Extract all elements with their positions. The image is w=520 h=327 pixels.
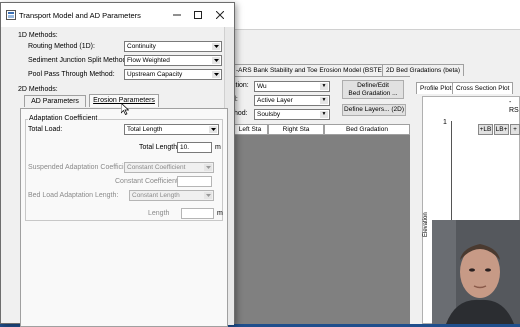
tab-cross-section-plot[interactable]: Cross Section Plot [452,82,514,94]
tab-2d-bed-gradations[interactable]: 2D Bed Gradations (beta) [382,64,465,76]
chevron-down-icon [212,43,220,50]
grid-header-right-sta: Right Sta [268,124,324,135]
routing-method-select[interactable]: Continuity [124,41,222,52]
plot-tick-label: 1 [443,119,447,126]
sediment-split-label: Sediment Junction Split Method: [28,57,129,64]
chevron-down-icon [204,164,212,171]
plot-button-lb-plus[interactable]: LB+ [494,124,509,135]
suspended-coefficient-select[interactable]: Constant Coefficient [124,162,214,173]
plot-axis-label: Elevation [423,212,429,237]
define-layers-button[interactable]: Define Layers... (2D) [342,104,406,116]
select-value: Continuity [127,43,156,50]
sediment-split-select[interactable]: Flow Weighted [124,55,222,66]
button-line-1: Define/Edit [357,82,389,89]
select-value: Total Length [127,126,163,133]
grid-header: Left Sta Right Sta Bed Gradation [232,124,410,135]
select-value: Flow Weighted [127,57,170,64]
background-combo-2[interactable]: Active Layer ▼ [254,95,330,106]
tab-bstem[interactable]: -ARS Bank Stability and Toe Erosion Mode… [232,64,394,76]
section-1d-label: 1D Methods: [18,32,58,39]
button-line-2: Bed Gradation ... [348,90,398,97]
minimize-icon [173,14,181,16]
chevron-down-icon [209,126,217,133]
grid-header-bed-gradation: Bed Gradation [324,124,410,135]
total-load-select[interactable]: Total Length [124,124,219,135]
maximize-button[interactable] [190,8,206,22]
combo-value: Active Layer [257,97,293,104]
total-length-input[interactable]: 10. [177,142,212,153]
length-unit: m [217,210,223,217]
maximize-icon [194,11,202,19]
constant-coefficient-label: Constant Coefficient [115,178,178,185]
chevron-down-icon: ▼ [320,97,328,104]
grid-body[interactable] [232,135,410,324]
grid-header-left-sta: Left Sta [232,124,268,135]
chevron-down-icon [212,71,220,78]
group-title: Adaptation Coefficient [28,115,99,122]
chevron-down-icon: ▼ [320,111,328,118]
plot-button-plus[interactable]: + [510,124,520,135]
bedload-length-select[interactable]: Constant Length [129,190,214,201]
bedload-length-label: Bed Load Adaptation Length: [28,192,119,199]
constant-coefficient-input[interactable] [177,176,212,187]
plot-dash: - [509,99,512,106]
combo-value: Soulsby [257,111,281,118]
length-label: Length [148,210,170,217]
plot-corner-label: RS [509,107,519,114]
pool-pass-select[interactable]: Upstream Capacity [124,69,222,80]
suspended-coefficient-label: Suspended Adaptation Coefficient: [28,164,136,171]
length-input[interactable] [181,208,214,219]
chevron-down-icon [204,192,212,199]
select-value: Constant Coefficient [127,164,186,171]
dialog-titlebar[interactable]: Transport Model and AD Parameters [1,3,234,27]
background-combo-3[interactable]: Soulsby ▼ [254,109,330,120]
section-2d-label: 2D Methods: [18,86,58,93]
close-button[interactable] [212,8,228,22]
mouse-cursor-icon [121,103,129,115]
plot-button-plus-lb[interactable]: +LB [478,124,493,135]
chevron-down-icon [212,57,220,64]
background-combo-1[interactable]: Wu ▼ [254,81,330,92]
routing-method-label: Routing Method (1D): [28,43,95,50]
chevron-down-icon: ▼ [320,83,328,90]
select-value: Constant Length [132,192,180,199]
select-value: Upstream Capacity [127,71,183,78]
presenter-video [432,220,520,324]
app-icon [6,10,16,20]
total-length-unit: m [215,144,221,151]
transport-model-dialog: Transport Model and AD Parameters 1D Met… [0,2,235,327]
define-bed-gradation-button[interactable]: Define/Edit Bed Gradation ... [342,80,404,99]
minimize-button[interactable] [169,8,185,22]
combo-value: Wu [257,83,267,90]
webcam-overlay [432,220,520,324]
pool-pass-label: Pool Pass Through Method: [28,71,115,78]
tab-ad-parameters[interactable]: AD Parameters [24,95,86,107]
close-icon [215,10,225,20]
total-length-label: Total Length: [139,144,180,151]
dialog-title: Transport Model and AD Parameters [19,11,141,20]
tab-profile-plot[interactable]: Profile Plot [416,82,456,94]
total-load-label: Total Load: [28,126,63,133]
